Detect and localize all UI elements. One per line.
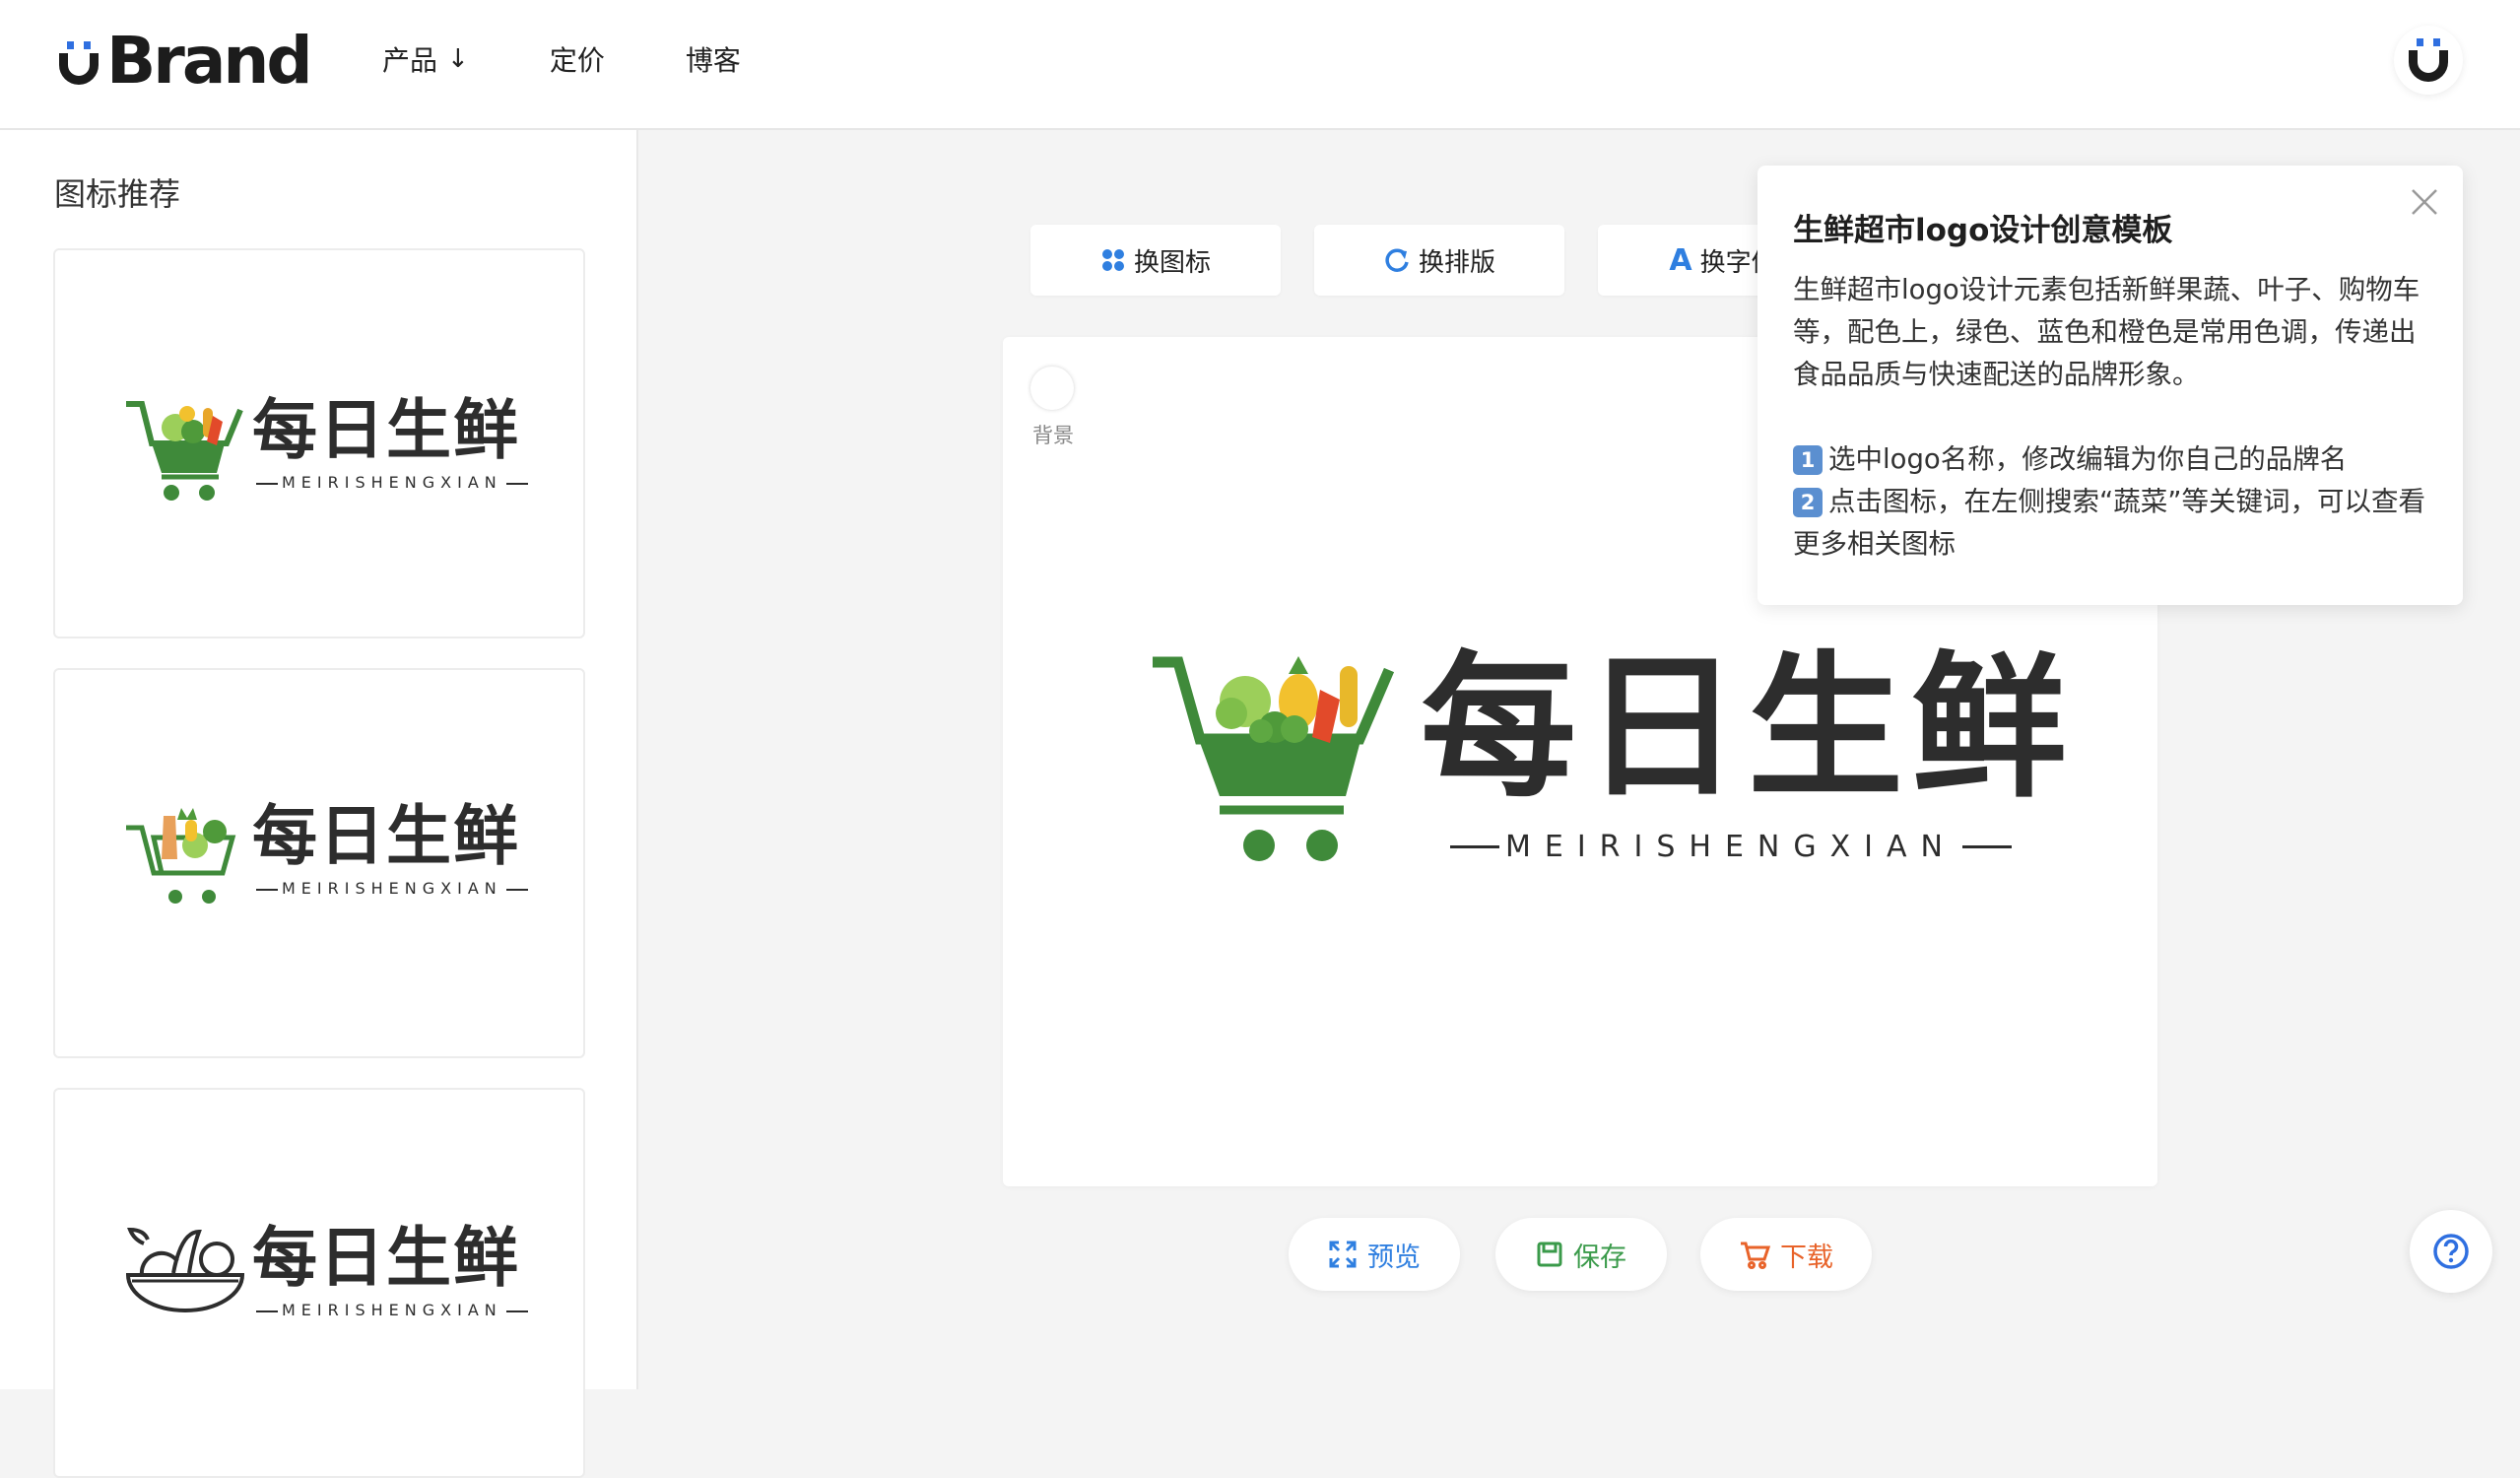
- nav-pricing[interactable]: 定价: [550, 39, 605, 79]
- cart-icon: [1739, 1240, 1770, 1269]
- brand-name: Brand: [106, 23, 313, 99]
- fruit-bowl-outline-icon: [125, 1227, 245, 1312]
- brand-logo[interactable]: Brand: [55, 22, 313, 101]
- preview-button[interactable]: 预览: [1289, 1218, 1460, 1291]
- background-label: 背景: [1032, 424, 1074, 447]
- change-icon-label: 换图标: [1133, 247, 1211, 278]
- dash-left: [1450, 845, 1499, 848]
- change-layout-label: 换排版: [1418, 247, 1495, 278]
- download-label: 下载: [1780, 1242, 1833, 1273]
- save-button[interactable]: 保存: [1495, 1218, 1667, 1291]
- recommend-card-3[interactable]: 每日生鲜 MEIRISHENGXIAN: [53, 1088, 585, 1478]
- top-header: Brand 产品 ↓ 定价 博客: [0, 0, 2520, 130]
- background-toggle[interactable]: [1030, 367, 1074, 410]
- main-nav: 产品 ↓ 定价 博客: [382, 0, 822, 118]
- step-1-badge: 1: [1793, 445, 1823, 475]
- expand-icon: [1328, 1240, 1358, 1269]
- save-disk-icon: [1536, 1241, 1563, 1268]
- step-2-text: 点击图标，在左侧搜索“蔬菜”等关键词，可以查看更多相关图标: [1793, 486, 2425, 560]
- mini-logo-3-en: MEIRISHENGXIAN: [252, 1301, 532, 1319]
- popup-step-1: 1 选中logo名称，修改编辑为你自己的品牌名: [1793, 438, 2429, 481]
- mini-logo-1: 每日生鲜 MEIRISHENGXIAN: [124, 396, 538, 514]
- mini-logo-2: 每日生鲜 MEIRISHENGXIAN: [124, 802, 538, 920]
- logo-name-en[interactable]: MEIRISHENGXIAN: [1444, 830, 2018, 864]
- template-tip-popup: 生鲜超市logo设计创意模板 生鲜超市logo设计元素包括新鲜果蔬、叶子、购物车…: [1757, 166, 2463, 605]
- step-2-badge: 2: [1793, 488, 1823, 517]
- font-a-icon: A: [1669, 242, 1692, 278]
- mini-logo-3: 每日生鲜 MEIRISHENGXIAN: [124, 1224, 538, 1342]
- recommend-card-1[interactable]: 每日生鲜 MEIRISHENGXIAN: [53, 248, 585, 638]
- popup-title: 生鲜超市logo设计创意模板: [1793, 213, 2173, 248]
- nav-products[interactable]: 产品 ↓: [382, 39, 469, 79]
- question-circle-icon: [2433, 1234, 2469, 1269]
- popup-body: 生鲜超市logo设计元素包括新鲜果蔬、叶子、购物车等，配色上，绿色、蓝色和橙色是…: [1793, 269, 2429, 566]
- save-label: 保存: [1573, 1242, 1626, 1273]
- popup-description: 生鲜超市logo设计元素包括新鲜果蔬、叶子、购物车等，配色上，绿色、蓝色和橙色是…: [1793, 274, 2421, 390]
- arrow-down-icon: ↓: [447, 44, 469, 74]
- step-1-text: 选中logo名称，修改编辑为你自己的品牌名: [1828, 443, 2348, 475]
- avatar-u-icon: [2409, 38, 2448, 82]
- dash-right: [1962, 845, 2012, 848]
- sidebar-title: 图标推荐: [54, 175, 181, 213]
- preview-label: 预览: [1367, 1242, 1421, 1273]
- refresh-icon: [1383, 246, 1411, 274]
- change-icon-button[interactable]: 换图标: [1030, 225, 1281, 296]
- mini-logo-2-cn: 每日生鲜: [252, 798, 520, 874]
- logo-name-en-text: MEIRISHENGXIAN: [1505, 830, 1956, 864]
- popup-spacer: [1793, 396, 2429, 438]
- nav-products-label: 产品: [382, 44, 438, 77]
- mini-logo-2-en: MEIRISHENGXIAN: [252, 879, 532, 898]
- mini-logo-1-cn: 每日生鲜: [252, 392, 520, 468]
- popup-step-2: 2 点击图标，在左侧搜索“蔬菜”等关键词，可以查看更多相关图标: [1793, 481, 2429, 566]
- dots-grid-icon: [1100, 247, 1126, 273]
- icon-recommend-sidebar: 图标推荐 每日生鲜 MEIRISHENGXIAN 每日生鲜 MEIRISHENG…: [0, 130, 638, 1478]
- shopping-cart-vegetables-icon: [126, 401, 243, 501]
- recommend-card-2[interactable]: 每日生鲜 MEIRISHENGXIAN: [53, 668, 585, 1058]
- nav-blog-label: 博客: [685, 44, 741, 77]
- mini-logo-1-en: MEIRISHENGXIAN: [252, 473, 532, 492]
- brand-u-icon: [59, 41, 99, 85]
- nav-pricing-label: 定价: [549, 44, 605, 77]
- mini-logo-3-cn: 每日生鲜: [252, 1220, 520, 1296]
- user-avatar[interactable]: [2394, 26, 2463, 95]
- download-button[interactable]: 下载: [1700, 1218, 1872, 1291]
- change-layout-button[interactable]: 换排版: [1314, 225, 1564, 296]
- close-icon[interactable]: [2408, 185, 2441, 219]
- shopping-cart-vegetables-icon[interactable]: [1151, 652, 1417, 869]
- cart-produce-icon: [126, 808, 236, 904]
- logo-name-cn[interactable]: 每日生鲜: [1421, 650, 2075, 806]
- help-button[interactable]: [2410, 1210, 2492, 1293]
- nav-blog[interactable]: 博客: [686, 39, 741, 79]
